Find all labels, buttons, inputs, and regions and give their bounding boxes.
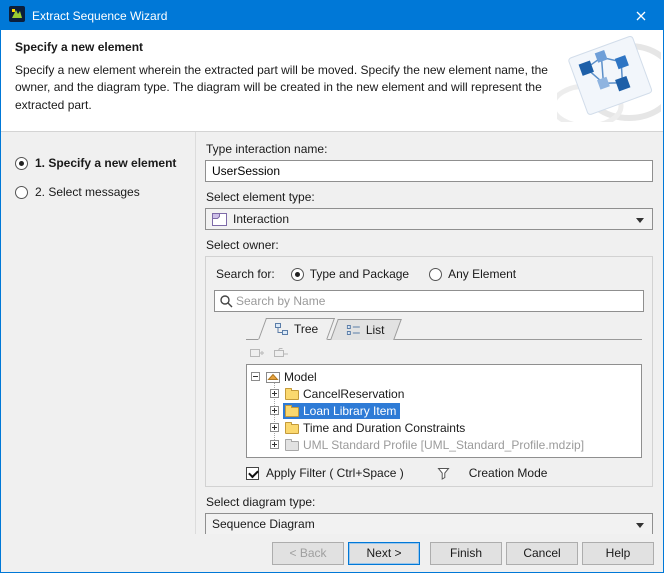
new-element-icon: [249, 346, 265, 360]
folder-icon: [285, 390, 299, 400]
folder-icon: [285, 424, 299, 434]
type-and-package-label: Type and Package: [310, 267, 409, 281]
element-type-select[interactable]: Interaction: [205, 208, 653, 230]
tree-toolbar: [246, 340, 642, 364]
apply-filter-label: Apply Filter ( Ctrl+Space ): [266, 466, 404, 480]
wizard-header: Specify a new element Specify a new elem…: [1, 30, 663, 132]
diagram-type-value: Sequence Diagram: [212, 517, 315, 531]
collapse-icon[interactable]: [251, 372, 260, 381]
tree-item-time-and-duration-constraints[interactable]: Time and Duration Constraints: [270, 419, 637, 436]
tab-list[interactable]: List: [330, 319, 401, 340]
tree-area: Tree List: [246, 318, 642, 480]
owner-label: Select owner:: [206, 238, 653, 252]
filter-funnel-icon[interactable]: [437, 467, 450, 480]
tree-item-uml-standard-profile[interactable]: UML Standard Profile [UML_Standard_Profi…: [270, 436, 637, 453]
step-2-select-messages[interactable]: 2. Select messages: [15, 185, 195, 199]
expand-icon[interactable]: [270, 406, 279, 415]
expand-icon[interactable]: [270, 440, 279, 449]
expand-icon[interactable]: [270, 389, 279, 398]
tab-tree[interactable]: Tree: [258, 318, 335, 340]
interaction-name-input[interactable]: [205, 160, 653, 182]
radio-unchecked-icon: [15, 186, 28, 199]
tree-icon: [275, 323, 289, 335]
extract-sequence-wizard-dialog: Extract Sequence Wizard Specify a new el…: [0, 0, 664, 573]
radio-any-element[interactable]: Any Element: [429, 267, 516, 281]
tab-tree-label: Tree: [294, 322, 318, 336]
search-for-label: Search for:: [216, 267, 275, 281]
folder-icon: [285, 441, 299, 451]
new-package-button[interactable]: [272, 345, 290, 361]
list-icon: [347, 324, 361, 336]
wizard-body: 1. Specify a new element 2. Select messa…: [1, 132, 663, 534]
owner-groupbox: Search for: Type and Package Any Element: [205, 256, 653, 487]
titlebar[interactable]: Extract Sequence Wizard: [1, 1, 663, 30]
tab-list-label: List: [366, 323, 385, 337]
chevron-down-icon: [636, 523, 644, 528]
wizard-decoration-graphic: [557, 36, 661, 125]
diagram-type-label: Select diagram type:: [206, 495, 653, 509]
page-description: Specify a new element wherein the extrac…: [15, 62, 555, 114]
filter-row: Apply Filter ( Ctrl+Space ) Creation Mod…: [246, 466, 642, 480]
checkbox-checked-icon: [246, 467, 259, 480]
creation-mode-label: Creation Mode: [469, 466, 548, 480]
radio-type-and-package[interactable]: Type and Package: [291, 267, 409, 281]
step-1-specify-new-element[interactable]: 1. Specify a new element: [15, 156, 195, 170]
search-icon: [219, 294, 233, 308]
search-for-row: Search for: Type and Package Any Element: [216, 267, 644, 281]
button-bar: < Back Next > Finish Cancel Help: [1, 534, 663, 572]
magicdraw-app-icon: [9, 6, 25, 25]
finish-button[interactable]: Finish: [430, 542, 502, 565]
element-type-label: Select element type:: [206, 190, 653, 204]
close-icon: [636, 11, 646, 21]
window-title: Extract Sequence Wizard: [32, 9, 618, 23]
radio-checked-icon: [291, 268, 304, 281]
step-1-label: 1. Specify a new element: [35, 156, 176, 170]
tree-item-label: Loan Library Item: [303, 404, 396, 418]
radio-checked-icon: [15, 157, 28, 170]
expand-icon[interactable]: [270, 423, 279, 432]
interaction-name-label: Type interaction name:: [206, 142, 653, 156]
tree-item-label: Model: [284, 370, 317, 384]
chevron-down-icon: [636, 218, 644, 223]
next-button[interactable]: Next >: [348, 542, 420, 565]
tree-item-model[interactable]: Model: [251, 368, 637, 385]
tree-item-loan-library-item[interactable]: Loan Library Item: [270, 402, 637, 419]
search-box[interactable]: [214, 290, 644, 312]
help-button[interactable]: Help: [582, 542, 654, 565]
wizard-content: Type interaction name: Select element ty…: [196, 132, 663, 534]
tree-item-label: Time and Duration Constraints: [303, 421, 465, 435]
back-button[interactable]: < Back: [272, 542, 344, 565]
tree-list-tabs: Tree List: [246, 318, 642, 340]
tree-item-cancelreservation[interactable]: CancelReservation: [270, 385, 637, 402]
tree-item-label: UML Standard Profile [UML_Standard_Profi…: [303, 438, 584, 452]
wizard-steps-panel: 1. Specify a new element 2. Select messa…: [1, 132, 196, 534]
folder-icon: [285, 407, 299, 417]
close-button[interactable]: [618, 1, 663, 30]
apply-filter-checkbox[interactable]: Apply Filter ( Ctrl+Space ): [246, 466, 404, 480]
any-element-label: Any Element: [448, 267, 516, 281]
step-2-label: 2. Select messages: [35, 185, 140, 199]
element-type-value: Interaction: [233, 212, 289, 226]
interaction-icon: [212, 213, 227, 226]
cancel-button[interactable]: Cancel: [506, 542, 578, 565]
model-icon: [266, 371, 280, 383]
new-element-button[interactable]: [248, 345, 266, 361]
radio-unchecked-icon: [429, 268, 442, 281]
search-input[interactable]: [236, 292, 639, 310]
diagram-type-select[interactable]: Sequence Diagram: [205, 513, 653, 534]
new-package-icon: [273, 346, 289, 360]
owner-tree: Model CancelReservation: [246, 364, 642, 458]
tree-item-label: CancelReservation: [303, 387, 404, 401]
